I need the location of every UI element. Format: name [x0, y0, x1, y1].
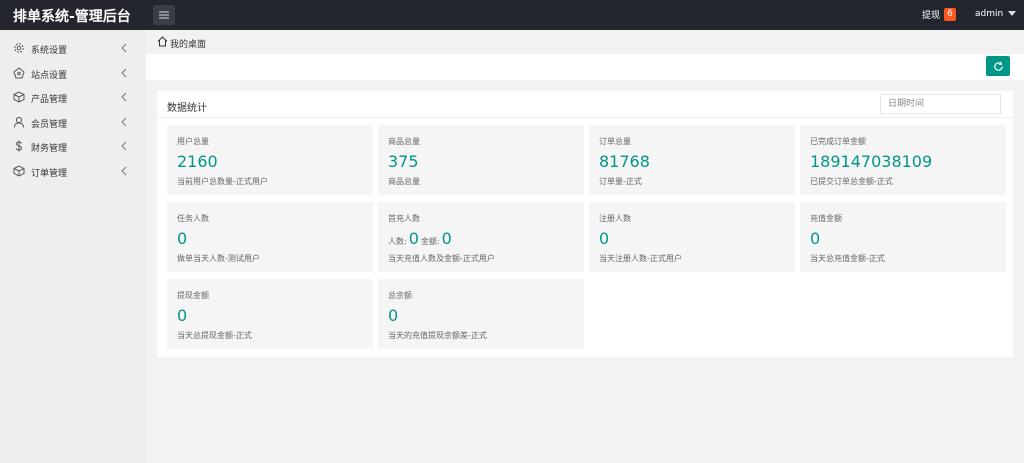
- chevron-left-icon: [121, 42, 129, 53]
- chevron-left-icon: [121, 67, 129, 78]
- refresh-icon: [993, 60, 1003, 71]
- stat-card-withdraw-amount: 提现金额 0 当天总提现金额-正式: [167, 279, 373, 349]
- panel-title: 数据统计: [167, 103, 207, 114]
- card-title: 注册人数: [599, 214, 631, 223]
- user-icon: [12, 115, 25, 128]
- chevron-left-icon: [121, 140, 129, 151]
- user-name: admin: [975, 9, 1004, 19]
- card-title: 商品总量: [388, 137, 420, 146]
- gear-icon: [12, 41, 25, 54]
- sidebar-item-label: 会员管理: [31, 120, 68, 130]
- card-value: 2160: [177, 152, 218, 171]
- breadcrumb-home[interactable]: 我的桌面: [170, 37, 206, 50]
- amount-value: 0: [441, 229, 452, 248]
- card-title: 总余额: [388, 291, 412, 300]
- stat-card-recharge-amount: 充值金额 0 当天总充值金额-正式: [800, 202, 1006, 272]
- card-value: 0: [810, 229, 821, 248]
- card-value: 375: [388, 152, 419, 171]
- stat-card-total-users: 用户总量 2160 当前用户总数量-正式用户: [167, 125, 373, 195]
- site-icon: [12, 66, 25, 79]
- card-desc: 已提交订单总金额-正式: [810, 177, 893, 186]
- stat-card-task-users: 任务人数 0 做单当天人数-测试用户: [167, 202, 373, 272]
- sidebar-item-order-management[interactable]: 订单管理: [0, 159, 146, 183]
- user-menu[interactable]: admin: [975, 9, 1017, 19]
- panel-divider: [157, 117, 1013, 118]
- stat-card-total-products: 商品总量 375 商品总量: [378, 125, 584, 195]
- card-title: 已完成订单金额: [810, 137, 866, 146]
- home-icon[interactable]: [157, 36, 168, 47]
- sidebar-item-member-management[interactable]: 会员管理: [0, 110, 146, 134]
- sidebar-item-label: 站点设置: [31, 71, 68, 81]
- chevron-left-icon: [121, 91, 129, 102]
- card-desc: 商品总量: [388, 177, 420, 186]
- card-value: 0: [177, 306, 188, 325]
- sidebar-item-site-settings[interactable]: 站点设置: [0, 61, 146, 85]
- card-mixed-values: 人数: 0 金额: 0: [388, 229, 454, 248]
- card-title: 订单总量: [599, 137, 631, 146]
- dollar-icon: [12, 139, 25, 152]
- toolbar: [146, 54, 1024, 80]
- card-title: 充值金额: [810, 214, 842, 223]
- top-bar: 排单系统-管理后台 提现 6 admin: [0, 0, 1024, 30]
- withdraw-link[interactable]: 提现 6: [922, 8, 957, 21]
- card-desc: 当天充值人数及金额-正式用户: [388, 254, 495, 263]
- card-value: 0: [388, 306, 399, 325]
- card-desc: 当天的充值提现余额差-正式: [388, 331, 487, 340]
- stat-card-completed-order-amount: 已完成订单金额 189147038109 已提交订单总金额-正式: [800, 125, 1006, 195]
- card-desc: 当前用户总数量-正式用户: [177, 177, 268, 186]
- sidebar-item-label: 系统设置: [31, 46, 68, 56]
- card-desc: 订单量-正式: [599, 177, 642, 186]
- withdraw-label: 提现: [922, 11, 941, 21]
- date-time-input[interactable]: [880, 94, 1001, 114]
- card-value: 189147038109: [810, 152, 933, 171]
- menu-toggle-button[interactable]: [153, 5, 175, 25]
- card-title: 用户总量: [177, 137, 209, 146]
- stat-card-total-balance: 总余额 0 当天的充值提现余额差-正式: [378, 279, 584, 349]
- breadcrumb: 我的桌面: [146, 30, 1024, 54]
- stat-card-total-orders: 订单总量 81768 订单量-正式: [589, 125, 795, 195]
- card-value: 81768: [599, 152, 650, 171]
- sidebar: 系统设置 站点设置 产品管理 会员管理 财务管理 订单管理: [0, 30, 146, 463]
- people-label: 人数:: [388, 237, 407, 246]
- card-value: 0: [599, 229, 610, 248]
- sidebar-item-label: 财务管理: [31, 144, 68, 154]
- sidebar-item-finance-management[interactable]: 财务管理: [0, 134, 146, 158]
- chevron-left-icon: [121, 165, 129, 176]
- refresh-button[interactable]: [986, 56, 1010, 76]
- hamburger-icon: [159, 11, 169, 19]
- stat-card-first-recharge: 首充人数 人数: 0 金额: 0 当天充值人数及金额-正式用户: [378, 202, 584, 272]
- card-desc: 当天总充值金额-正式: [810, 254, 885, 263]
- sidebar-item-label: 订单管理: [31, 169, 68, 179]
- card-desc: 当天注册人数-正式用户: [599, 254, 682, 263]
- sidebar-item-product-management[interactable]: 产品管理: [0, 85, 146, 109]
- card-desc: 做单当天人数-测试用户: [177, 254, 260, 263]
- stat-card-registrations: 注册人数 0 当天注册人数-正式用户: [589, 202, 795, 272]
- card-title: 提现金额: [177, 291, 209, 300]
- people-value: 0: [408, 229, 419, 248]
- box-icon: [12, 90, 25, 103]
- card-value: 0: [177, 229, 188, 248]
- app-title: 排单系统-管理后台: [13, 9, 131, 25]
- box-icon: [12, 164, 25, 177]
- amount-label: 金额:: [420, 237, 440, 246]
- card-desc: 当天总提现金额-正式: [177, 331, 252, 340]
- card-title: 任务人数: [177, 214, 209, 223]
- card-title: 首充人数: [388, 214, 420, 223]
- stats-panel: 数据统计 用户总量 2160 当前用户总数量-正式用户 商品总量 375 商品总…: [157, 91, 1013, 357]
- sidebar-item-label: 产品管理: [31, 95, 68, 105]
- chevron-left-icon: [121, 116, 129, 127]
- sidebar-item-system-settings[interactable]: 系统设置: [0, 36, 146, 60]
- caret-down-icon: [1008, 10, 1017, 16]
- withdraw-count-badge: 6: [944, 8, 957, 21]
